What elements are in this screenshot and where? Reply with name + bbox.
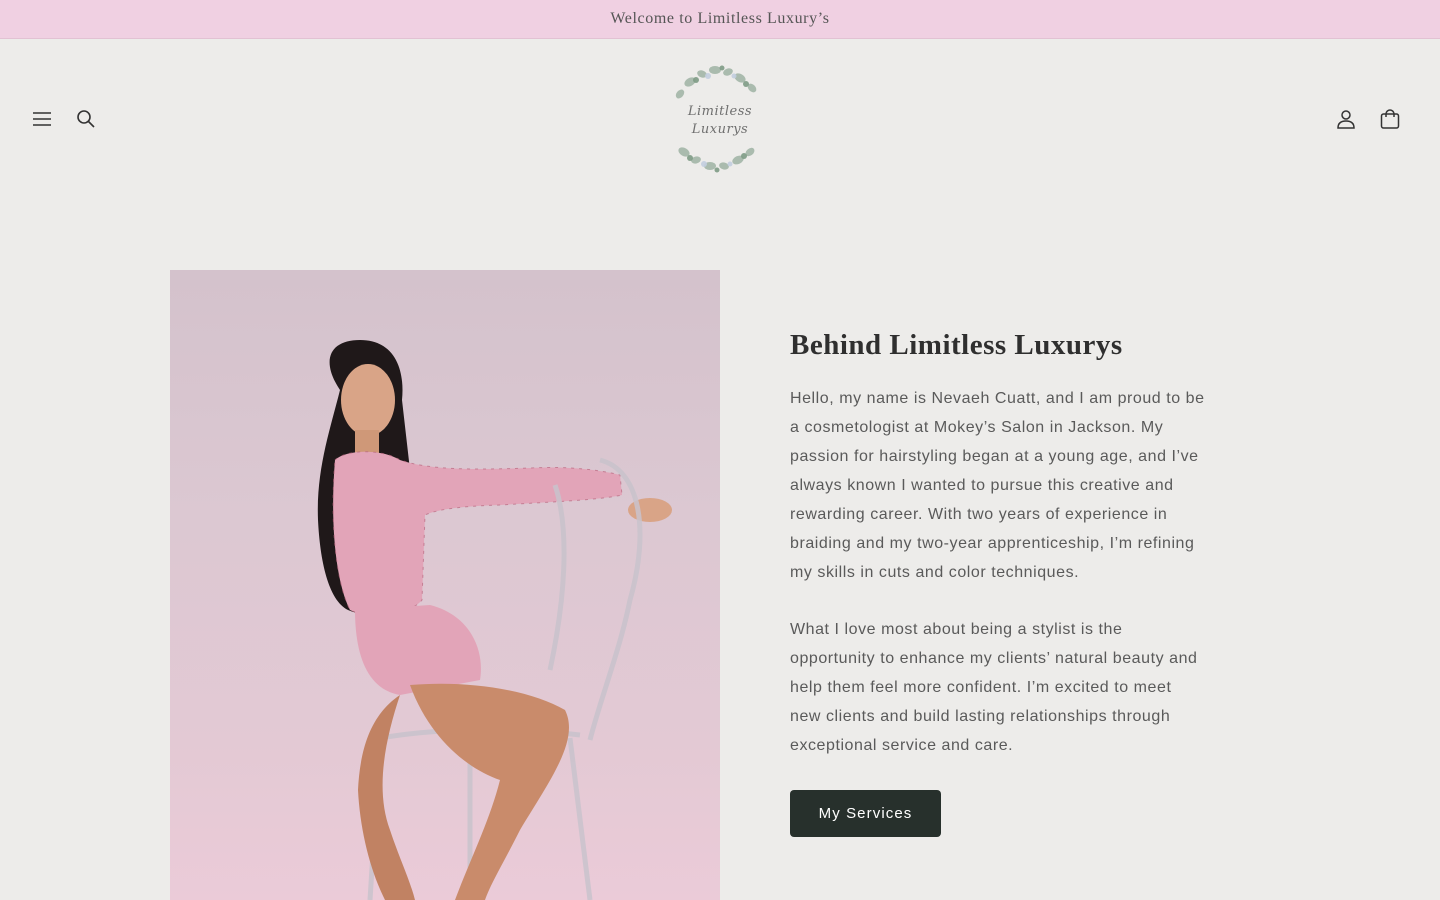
about-heading: Behind Limitless Luxurys xyxy=(790,329,1123,361)
about-paragraph-1: Hello, my name is Nevaeh Cuatt, and I am… xyxy=(790,390,1205,581)
about-paragraph-2: What I love most about being a stylist i… xyxy=(790,621,1198,754)
my-services-button[interactable]: My Services xyxy=(790,790,941,837)
eucalyptus-wreath-icon xyxy=(675,65,757,173)
announcement-text: Welcome to Limitless Luxury’s xyxy=(610,10,830,27)
logo-line-1: Limitless xyxy=(687,104,753,119)
logo-line-2: Luxurys xyxy=(691,122,749,137)
portrait-illustration xyxy=(317,340,672,900)
about-section: Behind Limitless Luxurys Hello, my name … xyxy=(790,320,1205,837)
site-logo[interactable]: Limitless Luxurys xyxy=(660,60,780,178)
hamburger-menu-icon[interactable] xyxy=(24,101,60,137)
account-icon[interactable] xyxy=(1328,101,1364,137)
announcement-bar: Welcome to Limitless Luxury’s xyxy=(0,0,1440,39)
cart-icon[interactable] xyxy=(1372,101,1408,137)
stylist-portrait-image xyxy=(170,270,720,900)
search-icon[interactable] xyxy=(68,101,104,137)
